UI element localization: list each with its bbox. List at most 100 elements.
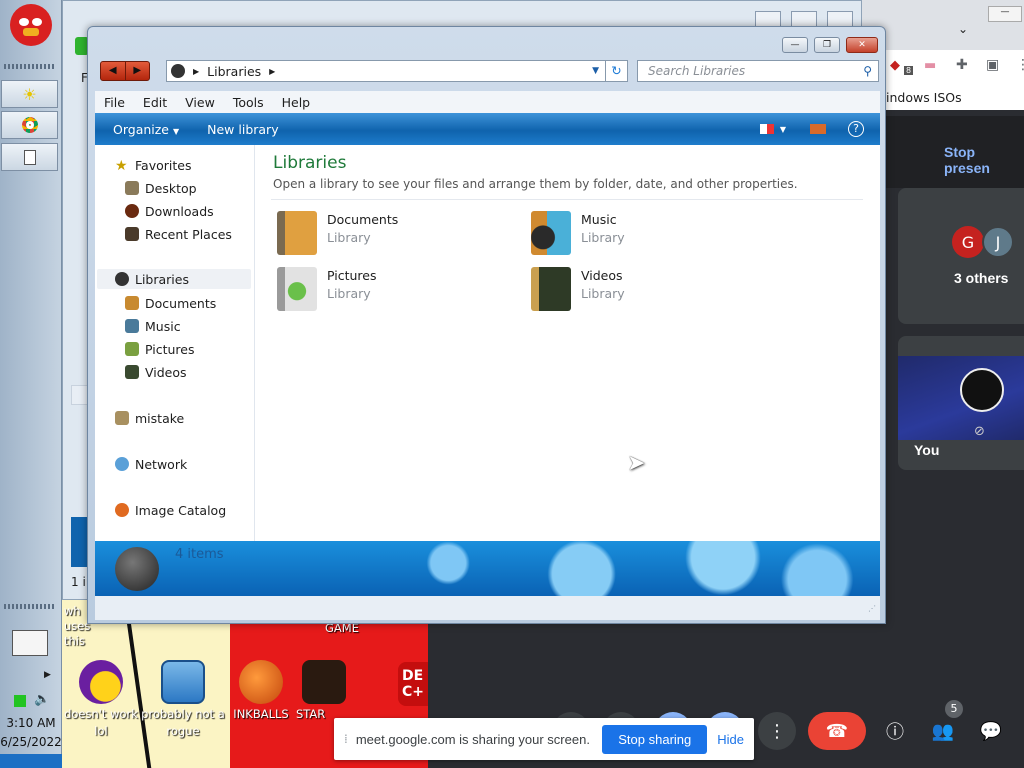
others-label: 3 others [954,270,1009,286]
explorer-window[interactable]: — ❐ ✕ ◀ ▶ ▶ Libraries ▶ ▼ ↻ Search Libra… [87,26,886,624]
volume-icon[interactable]: 🔈 [34,692,50,707]
info-icon[interactable]: ⓘ [876,712,914,750]
status-fragment: 1 i [71,575,86,589]
nav-image-catalog[interactable]: Image Catalog [115,500,226,520]
desktop-icon-inkballs[interactable]: INKBALLS [216,660,306,723]
view-options-icon[interactable] [759,124,774,134]
start-strip[interactable] [0,754,62,768]
ublock-icon[interactable]: ◆ [890,58,900,73]
puzzle-icon[interactable]: ✚ [956,57,968,73]
chat-icon[interactable]: 💬 [972,712,1010,750]
mic-off-icon: ⊘ [974,424,985,439]
tablet-icon[interactable] [12,630,48,656]
library-documents[interactable]: Documents Library [277,211,398,255]
page-subtitle: Open a library to see your files and arr… [273,177,798,191]
dropdown-arrow-icon[interactable]: ▼ [592,66,599,76]
menu-view[interactable]: View [176,95,224,110]
stop-sharing-button[interactable]: Stop sharing [602,724,708,754]
breadcrumb-arrow-icon[interactable]: ▶ [269,67,275,76]
nav-music[interactable]: Music [125,316,181,336]
nav-favorites[interactable]: ★ Favorites [115,155,191,175]
library-music[interactable]: Music Library [531,211,625,255]
libraries-icon [115,272,129,286]
address-bar[interactable]: ▶ Libraries ▶ ▼ ↻ [166,60,628,82]
desktop-icon-rogue[interactable]: probably not a rogue [138,660,228,740]
chrome-taskbar-button[interactable] [1,111,58,139]
navigation-pane: ★ Favorites Desktop Downloads Recent Plac… [95,145,255,541]
bookmark-item[interactable]: indows ISOs [886,90,962,105]
desktop-icon-star[interactable]: STAR [296,660,356,723]
document-taskbar-button[interactable] [1,143,58,171]
avatar: G [952,226,984,258]
documents-icon [125,296,139,310]
search-icon[interactable]: ⚲ [863,61,872,81]
menu-icon[interactable]: ⋮ [1016,57,1024,73]
self-tile[interactable]: ⊘ You [898,336,1024,470]
libraries-large-icon [115,547,159,591]
participants-tile[interactable]: G J 3 others [898,188,1024,324]
inkball-icon [239,660,283,704]
page-title: Libraries [273,153,347,173]
browser-minimize-button[interactable]: — [988,6,1022,22]
nav-videos[interactable]: Videos [125,362,187,382]
menu-edit[interactable]: Edit [134,95,176,110]
back-button[interactable]: ◀ [101,62,126,80]
resize-grip-icon[interactable]: ⋰ [868,604,876,613]
videos-library-icon [531,267,571,311]
organize-button[interactable]: Organize ▼ [113,122,179,137]
more-options-icon[interactable]: ⋮ [758,712,796,750]
videos-icon [125,365,139,379]
nav-downloads[interactable]: Downloads [125,201,214,221]
maximize-button[interactable]: ❐ [814,37,840,53]
close-button[interactable]: ✕ [846,37,878,53]
taskbar: ☀ ▶ 🔈 3:10 AM 6/25/2022 [0,0,62,768]
refresh-icon[interactable]: ↻ [605,61,627,81]
nav-desktop[interactable]: Desktop [125,178,197,198]
preview-pane-icon[interactable] [810,124,826,134]
extension-badge: 8 [904,66,914,75]
nav-recent-places[interactable]: Recent Places [125,224,232,244]
forward-button[interactable]: ▶ [126,62,150,80]
star-wars-icon [302,660,346,704]
dev-cpp-icon[interactable]: DE C+ [398,662,428,706]
angry-bird-icon[interactable] [10,4,52,46]
help-icon[interactable]: ? [848,121,864,137]
status-bar: ⋰ [95,596,880,620]
expand-arrow-icon[interactable]: ▶ [44,670,51,680]
homegroup-icon [115,411,129,425]
nav-pictures[interactable]: Pictures [125,339,195,359]
chevron-down-icon[interactable]: ⌄ [958,22,968,36]
nav-network[interactable]: Network [115,454,187,474]
hide-button[interactable]: Hide [707,732,754,747]
breadcrumb-arrow-icon[interactable]: ▶ [193,67,199,76]
nav-libraries[interactable]: Libraries [97,269,251,289]
obs-logo [960,368,1004,412]
menu-file[interactable]: File [95,95,134,110]
extension-icon[interactable]: ▬ [924,58,936,73]
minimize-button[interactable]: — [782,37,808,53]
star-icon: ★ [115,158,128,174]
sidepanel-icon[interactable]: ▣ [986,57,999,73]
search-input[interactable]: Search Libraries ⚲ [637,60,879,82]
music-icon [125,319,139,333]
library-pictures[interactable]: Pictures Library [277,267,377,311]
network-tray-icon[interactable] [14,695,26,707]
view-dropdown-icon[interactable]: ▼ [780,125,786,134]
desktop-icon-yahoo[interactable]: doesn't work lol [58,660,144,740]
library-videos[interactable]: Videos Library [531,267,625,311]
breadcrumb[interactable]: Libraries [207,64,261,79]
clock[interactable]: 3:10 AM 6/25/2022 [0,714,62,752]
nav-documents[interactable]: Documents [125,293,216,313]
new-library-button[interactable]: New library [207,122,278,137]
details-pane: 4 items [95,541,880,596]
pictures-icon [125,342,139,356]
stop-presenting-button[interactable]: Stop presen [944,144,1024,176]
end-call-button[interactable]: ☎ [808,712,866,750]
nav-mistake[interactable]: mistake [115,408,184,428]
chrome-icon [21,117,38,133]
menu-help[interactable]: Help [273,95,320,110]
libraries-icon [171,64,185,78]
menu-tools[interactable]: Tools [224,95,273,110]
drag-handle-icon[interactable]: ⁞ [344,732,348,746]
show-desktop-button[interactable]: ☀ [1,80,58,108]
